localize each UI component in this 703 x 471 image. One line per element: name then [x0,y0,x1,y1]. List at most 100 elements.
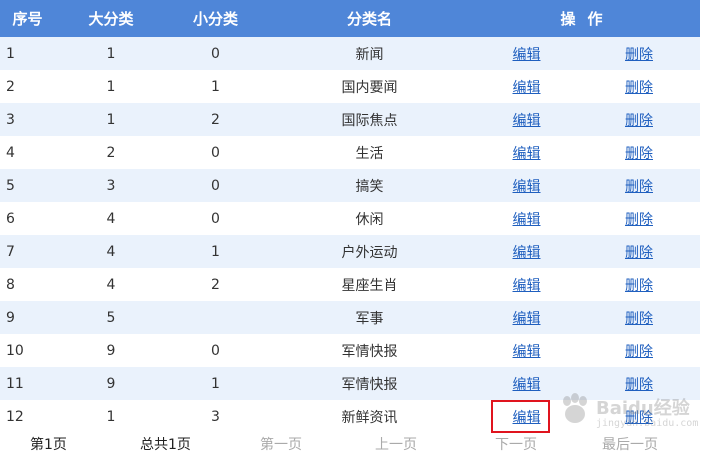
last-page-link[interactable]: 最后一页 [602,434,658,454]
delete-link[interactable]: 删除 [625,410,653,426]
category-table: 序号 大分类 小分类 分类名 操作 1 1 0 新闻 编辑 删除 2 1 1 国内要闻 编辑 删除 3 1… [0,0,701,433]
header-major-category: 大分类 [55,0,167,37]
table-header: 序号 大分类 小分类 分类名 操作 [0,0,701,37]
delete-link[interactable]: 删除 [625,245,653,261]
delete-link[interactable]: 删除 [625,179,653,195]
delete-link-cell: 删除 [578,136,701,169]
edit-link-cell: 编辑 [475,37,578,70]
table-row: 6 4 0 休闲 编辑 删除 [0,202,701,235]
cell-seq: 11 [0,367,55,400]
cell-minor-category: 0 [167,334,264,367]
delete-link-cell: 删除 [578,334,701,367]
cell-category-name: 军情快报 [264,334,475,367]
cell-category-name: 生活 [264,136,475,169]
cell-seq: 7 [0,235,55,268]
delete-link-cell: 删除 [578,202,701,235]
edit-link-cell: 编辑 [475,136,578,169]
edit-link-cell: 编辑 [475,301,578,334]
table-row: 9 5 军事 编辑 删除 [0,301,701,334]
cell-minor-category: 1 [167,367,264,400]
delete-link[interactable]: 删除 [625,113,653,129]
edit-link[interactable]: 编辑 [513,278,541,294]
cell-major-category: 9 [55,367,167,400]
cell-category-name: 新闻 [264,37,475,70]
cell-major-category: 1 [55,70,167,103]
edit-link[interactable]: 编辑 [513,80,541,96]
table-row: 3 1 2 国际焦点 编辑 删除 [0,103,701,136]
cell-minor-category: 0 [167,37,264,70]
cell-category-name: 休闲 [264,202,475,235]
cell-category-name: 军事 [264,301,475,334]
delete-link-cell: 删除 [578,235,701,268]
cell-seq: 5 [0,169,55,202]
edit-link[interactable]: 编辑 [513,344,541,360]
table-body: 1 1 0 新闻 编辑 删除 2 1 1 国内要闻 编辑 删除 3 1 2 国际焦点 编辑 删除 4 2 0 生活 编辑 删除… [0,37,701,433]
cell-minor-category: 0 [167,136,264,169]
current-page: 第1页 [30,437,67,453]
edit-link[interactable]: 编辑 [513,47,541,63]
cell-category-name: 户外运动 [264,235,475,268]
header-category-name: 分类名 [264,0,475,37]
delete-link[interactable]: 删除 [625,80,653,96]
cell-seq: 10 [0,334,55,367]
delete-link-cell: 删除 [578,169,701,202]
edit-link[interactable]: 编辑 [513,113,541,129]
edit-link[interactable]: 编辑 [513,410,541,426]
edit-link[interactable]: 编辑 [513,245,541,261]
edit-link-cell: 编辑 [475,268,578,301]
cell-minor-category: 2 [167,103,264,136]
cell-major-category: 4 [55,235,167,268]
edit-link-cell: 编辑 [475,103,578,136]
cell-major-category: 2 [55,136,167,169]
delete-link[interactable]: 删除 [625,47,653,63]
cell-major-category: 9 [55,334,167,367]
table-row: 5 3 0 搞笑 编辑 删除 [0,169,701,202]
edit-link[interactable]: 编辑 [513,179,541,195]
delete-link[interactable]: 删除 [625,278,653,294]
edit-link-cell: 编辑 [475,235,578,268]
delete-link[interactable]: 删除 [625,311,653,327]
table-row: 11 9 1 军情快报 编辑 删除 [0,367,701,400]
cell-minor-category: 0 [167,169,264,202]
table-row: 8 4 2 星座生肖 编辑 删除 [0,268,701,301]
edit-link[interactable]: 编辑 [513,146,541,162]
cell-minor-category [167,301,264,334]
cell-seq: 2 [0,70,55,103]
pagination: 第1页 总共1页 第一页 上一页 下一页 最后一页 [0,428,703,458]
edit-link-cell: 编辑 [475,367,578,400]
cell-major-category: 1 [55,103,167,136]
edit-link[interactable]: 编辑 [513,311,541,327]
delete-link[interactable]: 删除 [625,377,653,393]
total-pages: 总共1页 [140,437,191,453]
table-row: 2 1 1 国内要闻 编辑 删除 [0,70,701,103]
next-page-link[interactable]: 下一页 [495,434,537,454]
header-seq: 序号 [0,0,55,37]
table-row: 1 1 0 新闻 编辑 删除 [0,37,701,70]
table-row: 4 2 0 生活 编辑 删除 [0,136,701,169]
prev-page-link[interactable]: 上一页 [375,434,417,454]
cell-category-name: 搞笑 [264,169,475,202]
cell-seq: 8 [0,268,55,301]
cell-category-name: 星座生肖 [264,268,475,301]
cell-seq: 1 [0,37,55,70]
delete-link[interactable]: 删除 [625,212,653,228]
first-page-link[interactable]: 第一页 [260,434,302,454]
delete-link[interactable]: 删除 [625,344,653,360]
edit-link[interactable]: 编辑 [513,212,541,228]
delete-link-cell: 删除 [578,103,701,136]
edit-link-cell: 编辑 [475,70,578,103]
edit-link-cell: 编辑 [475,169,578,202]
delete-link-cell: 删除 [578,367,701,400]
cell-category-name: 国内要闻 [264,70,475,103]
delete-link-cell: 删除 [578,301,701,334]
cell-category-name: 国际焦点 [264,103,475,136]
table-row: 7 4 1 户外运动 编辑 删除 [0,235,701,268]
cell-category-name: 军情快报 [264,367,475,400]
delete-link[interactable]: 删除 [625,146,653,162]
cell-minor-category: 1 [167,235,264,268]
cell-major-category: 1 [55,37,167,70]
cell-seq: 3 [0,103,55,136]
edit-link[interactable]: 编辑 [513,377,541,393]
header-operations-label: 操作 [560,10,615,28]
cell-seq: 6 [0,202,55,235]
